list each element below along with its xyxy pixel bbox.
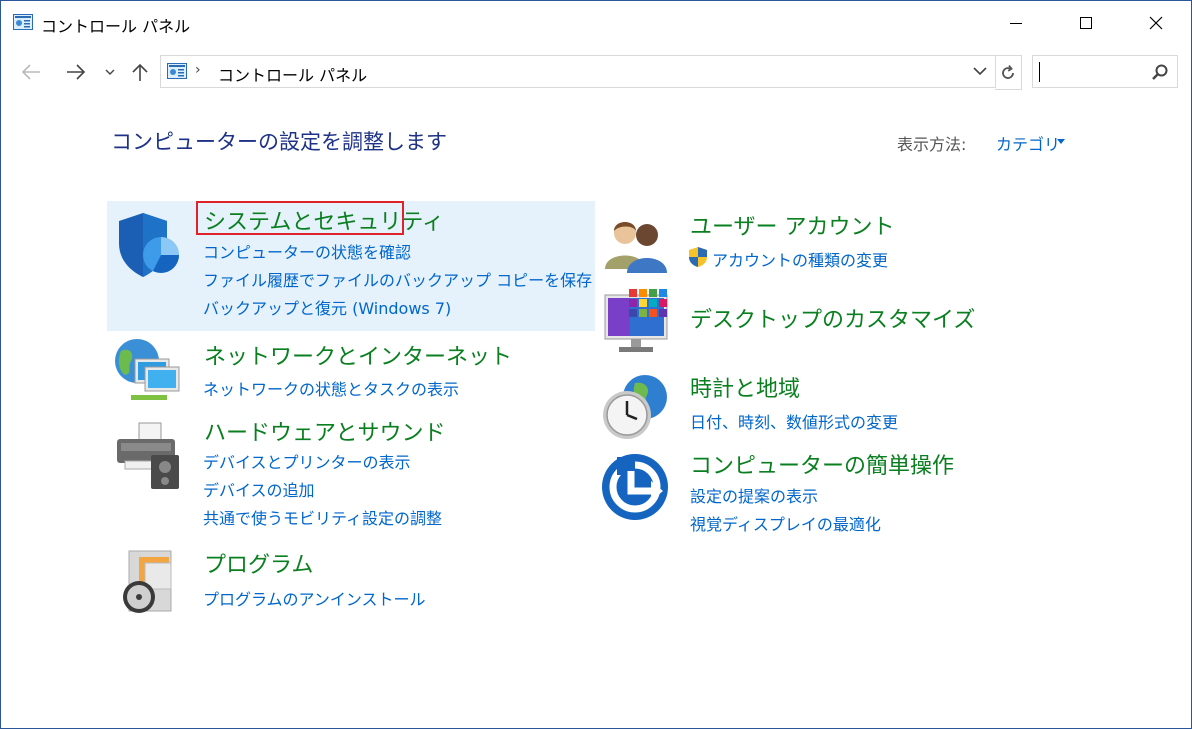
category-user-accounts[interactable]: ユーザー アカウント (690, 209, 895, 241)
category-ease-of-access[interactable]: コンピューターの簡単操作 (690, 448, 954, 480)
chevron-down-icon (105, 69, 115, 75)
link-optimize-visual-display[interactable]: 視覚ディスプレイの最適化 (690, 511, 881, 535)
control-panel-icon (13, 14, 33, 30)
back-arrow-icon (21, 64, 40, 80)
maximize-button[interactable] (1051, 1, 1121, 45)
page-title: コンピューターの設定を調整します (111, 130, 447, 154)
users-icon[interactable] (601, 211, 673, 283)
recent-locations-button[interactable] (101, 59, 119, 85)
text-cursor (1039, 62, 1040, 82)
program-disc-icon[interactable] (115, 547, 187, 619)
ease-of-access-icon[interactable] (601, 451, 673, 523)
maximize-icon (1080, 17, 1092, 29)
uac-shield-icon (689, 247, 707, 267)
printer-speaker-icon[interactable] (111, 419, 183, 491)
forward-button[interactable] (62, 59, 90, 85)
clock-globe-icon[interactable] (599, 371, 671, 443)
up-button[interactable] (128, 59, 152, 85)
minimize-button[interactable] (981, 1, 1051, 45)
back-button[interactable] (17, 59, 45, 85)
refresh-button[interactable] (995, 55, 1022, 90)
title-bar: コントロール パネル (1, 1, 1191, 45)
control-panel-icon (167, 63, 187, 79)
category-programs[interactable]: プログラム (204, 547, 313, 579)
link-change-account-type[interactable]: アカウントの種類の変更 (712, 247, 888, 271)
view-by-label: 表示方法: (897, 135, 967, 154)
link-devices-printers[interactable]: デバイスとプリンターの表示 (203, 449, 411, 473)
view-by-dropdown[interactable]: カテゴリ (996, 131, 1060, 155)
window-title: コントロール パネル (41, 17, 191, 36)
link-change-date-time-format[interactable]: 日付、時刻、数値形式の変更 (690, 409, 898, 433)
close-icon (1149, 16, 1163, 30)
network-globe-icon[interactable] (111, 337, 183, 409)
control-panel-window: コントロール パネル › コントロール パネル コンピューターの設定を調整します… (0, 0, 1192, 729)
breadcrumb-control-panel[interactable]: コントロール パネル (218, 62, 367, 86)
view-by-caret-icon[interactable] (1057, 139, 1065, 144)
link-add-device[interactable]: デバイスの追加 (203, 477, 315, 501)
address-bar[interactable]: › コントロール パネル (160, 55, 996, 88)
link-uninstall-program[interactable]: プログラムのアンインストール (203, 586, 426, 610)
close-button[interactable] (1121, 1, 1191, 45)
minimize-icon (1010, 23, 1022, 24)
forward-arrow-icon (67, 64, 86, 80)
highlight-box (196, 201, 404, 235)
chevron-down-icon[interactable] (971, 62, 989, 80)
category-hardware-sound[interactable]: ハードウェアとサウンド (204, 415, 446, 447)
link-file-history-backup[interactable]: ファイル履歴でファイルのバックアップ コピーを保存 (203, 267, 592, 291)
search-icon[interactable] (1151, 63, 1169, 81)
shield-icon[interactable] (113, 209, 185, 281)
link-suggested-settings[interactable]: 設定の提案の表示 (690, 483, 818, 507)
category-network-internet[interactable]: ネットワークとインターネット (204, 339, 512, 371)
refresh-icon (1002, 64, 1014, 79)
link-mobility-settings[interactable]: 共通で使うモビリティ設定の調整 (203, 505, 442, 529)
category-appearance[interactable]: デスクトップのカスタマイズ (690, 302, 975, 334)
up-arrow-icon (132, 63, 148, 81)
link-network-status[interactable]: ネットワークの状態とタスクの表示 (203, 376, 459, 400)
link-check-computer-status[interactable]: コンピューターの状態を確認 (203, 239, 411, 263)
monitor-tiles-icon[interactable] (601, 287, 673, 359)
breadcrumb-separator[interactable]: › (195, 62, 201, 78)
link-backup-restore[interactable]: バックアップと復元 (Windows 7) (203, 295, 451, 319)
category-clock-region[interactable]: 時計と地域 (690, 371, 800, 403)
search-box[interactable] (1032, 55, 1178, 88)
